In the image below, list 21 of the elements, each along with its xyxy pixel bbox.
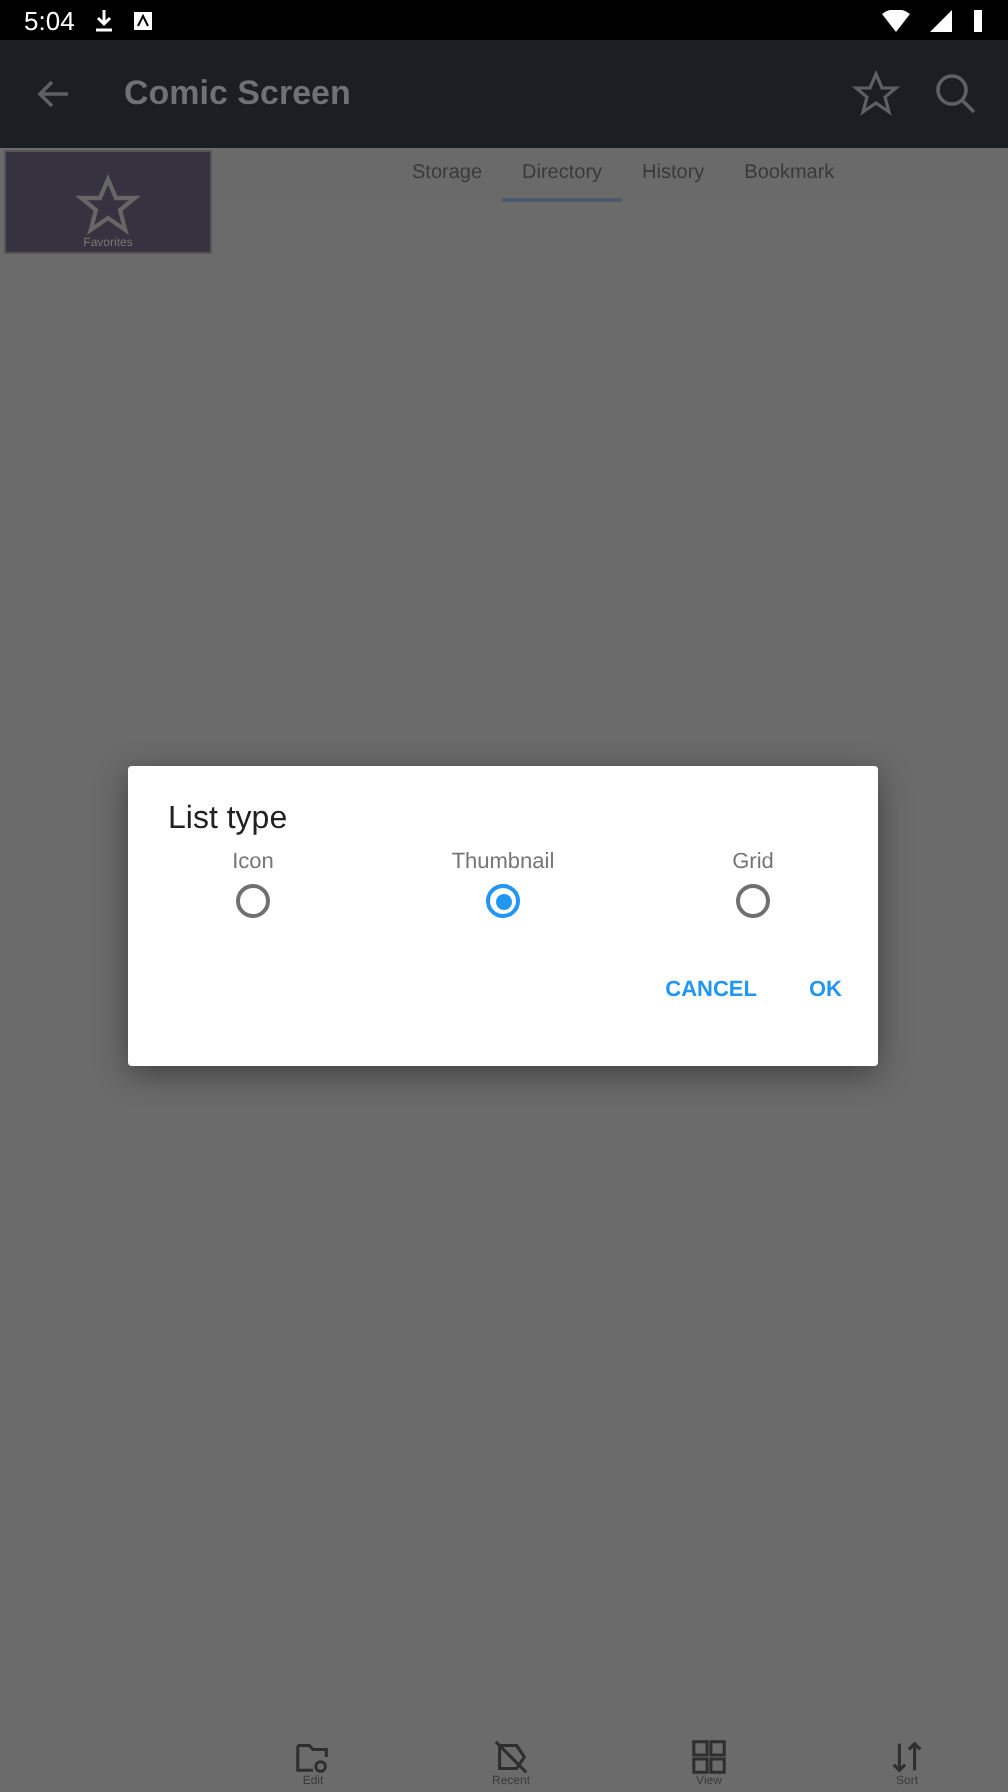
radio-option[interactable]: Thumbnail bbox=[378, 850, 628, 918]
wifi-icon bbox=[882, 9, 910, 31]
notification-icon bbox=[134, 11, 153, 29]
folder-gear-icon bbox=[294, 1738, 332, 1776]
crossed-tag-icon bbox=[492, 1738, 530, 1776]
dialog-button[interactable]: OK bbox=[789, 970, 862, 1010]
battery-icon bbox=[972, 8, 984, 32]
signal-icon bbox=[930, 9, 952, 31]
sort-icon bbox=[888, 1738, 926, 1776]
status-time: 5:04 bbox=[24, 5, 75, 35]
app-title: Comic Screen bbox=[124, 74, 353, 114]
download-icon bbox=[94, 9, 115, 31]
star-icon[interactable] bbox=[852, 70, 900, 118]
grid-icon bbox=[690, 1738, 728, 1776]
radio-option[interactable]: Icon bbox=[128, 850, 378, 918]
search-icon[interactable] bbox=[932, 70, 980, 118]
dialog-title: List type bbox=[168, 802, 290, 838]
radio-option[interactable]: Grid bbox=[628, 850, 878, 918]
star-icon bbox=[76, 174, 140, 238]
dialog-button[interactable]: CANCEL bbox=[645, 970, 777, 1010]
back-arrow-icon[interactable] bbox=[36, 76, 72, 112]
